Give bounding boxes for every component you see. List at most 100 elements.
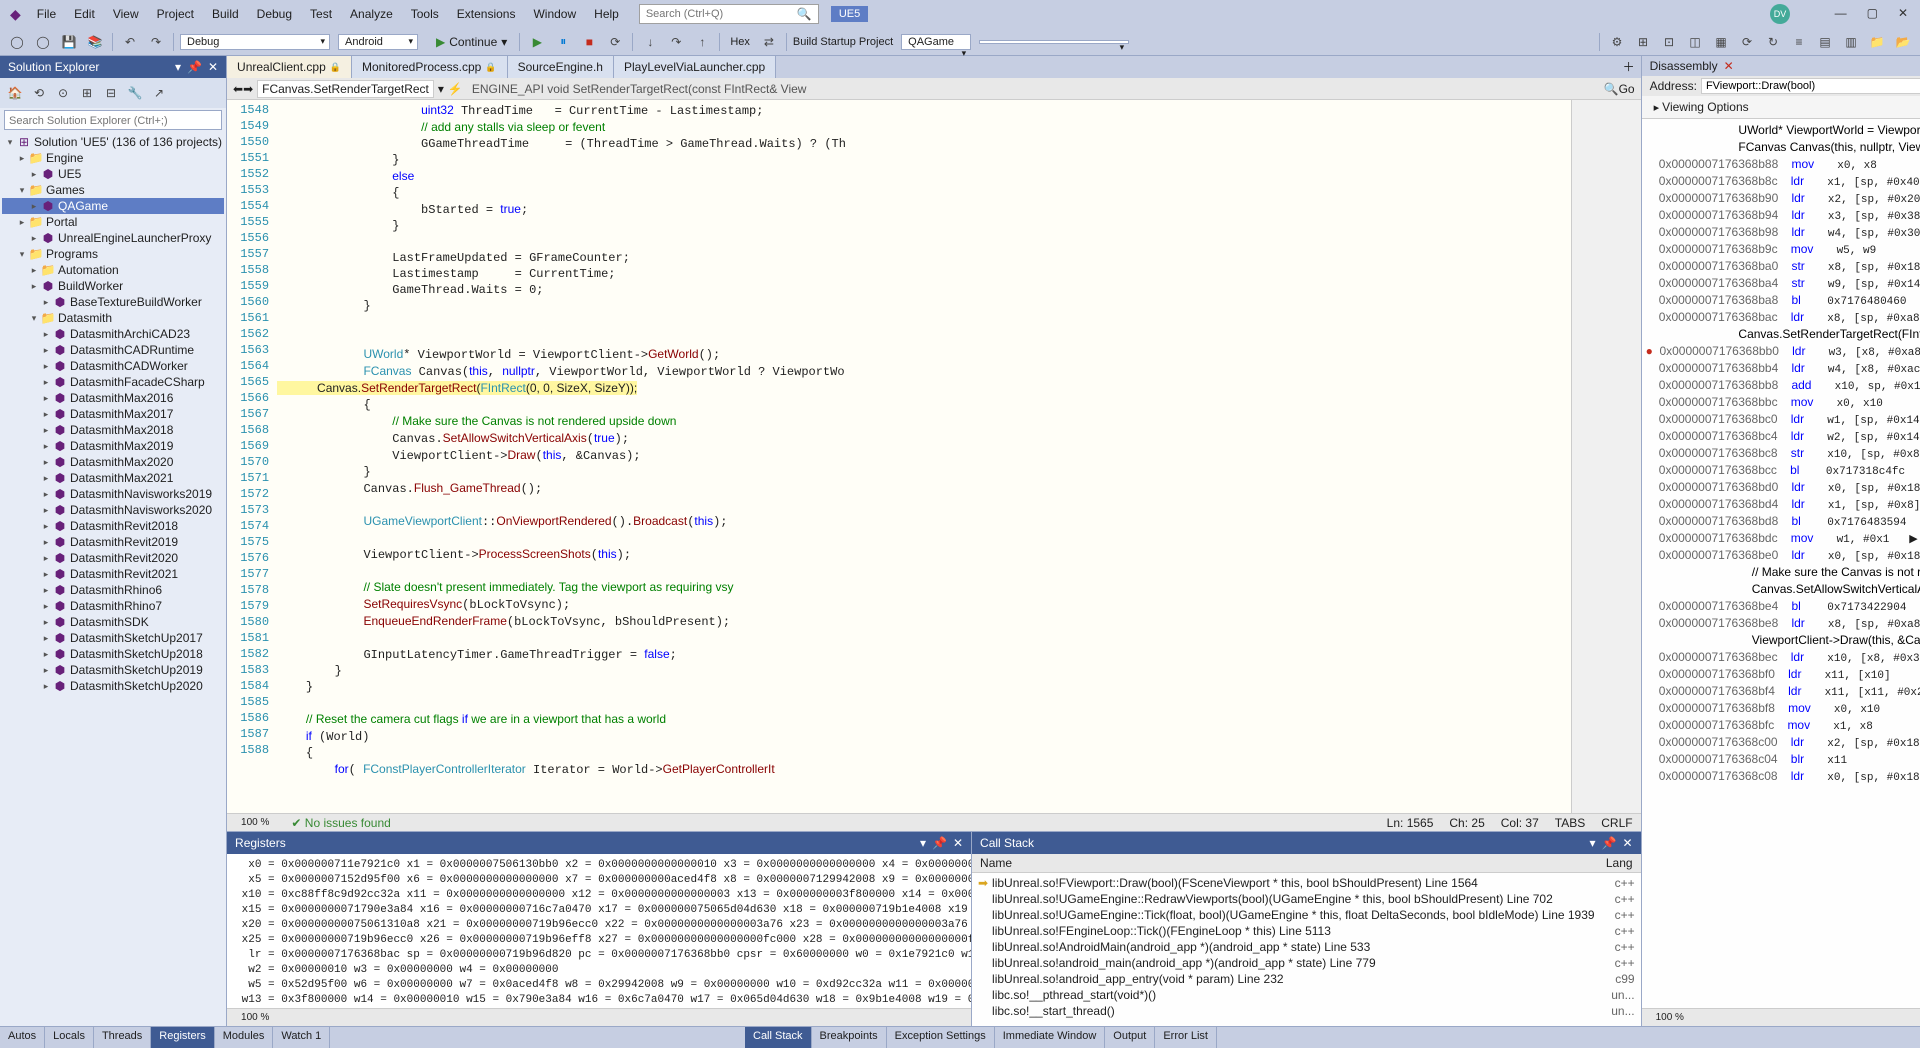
footer-tab-call-stack[interactable]: Call Stack — [745, 1027, 812, 1048]
tool-icon-4[interactable]: ◫ — [1684, 31, 1706, 53]
tree-item[interactable]: ▸⬢DatasmithRhino7 — [2, 598, 224, 614]
pin-icon[interactable]: 🔒 — [485, 62, 496, 73]
zoom-control[interactable]: 100 % — [235, 1012, 275, 1023]
close-panel-icon[interactable]: ✕ — [1623, 836, 1633, 850]
home-icon[interactable]: 🏠 — [4, 82, 26, 104]
tool-icon-3[interactable]: ⊡ — [1658, 31, 1680, 53]
tool-icon-2[interactable]: ⊞ — [1632, 31, 1654, 53]
callstack-frame[interactable]: libUnreal.so!android_main(android_app *)… — [974, 955, 1639, 971]
tree-item[interactable]: ▾📁Programs — [2, 246, 224, 262]
continue-button[interactable]: ▶ Continue ▾ — [430, 33, 513, 51]
pin-icon[interactable]: ▾ — [1590, 836, 1596, 850]
pause-icon[interactable]: ⏸ — [552, 31, 574, 53]
callstack-frame[interactable]: libUnreal.so!android_app_entry(void * pa… — [974, 971, 1639, 987]
menu-help[interactable]: Help — [586, 3, 627, 25]
viewing-options[interactable]: ▸ Viewing Options — [1642, 96, 1920, 119]
menu-analyze[interactable]: Analyze — [342, 3, 401, 25]
close-icon[interactable]: ✕ — [1894, 4, 1912, 22]
tree-item[interactable]: ▸📁Portal — [2, 214, 224, 230]
step-into-icon[interactable]: ↓ — [639, 31, 661, 53]
hex-toggle[interactable]: Hex — [726, 34, 754, 50]
bc-nav-icon[interactable]: ⬅➡ — [233, 82, 253, 96]
tool-icon-9[interactable]: ▤ — [1814, 31, 1836, 53]
tool-icon-1[interactable]: ⚙ — [1606, 31, 1628, 53]
tree-item[interactable]: ▸⬢DatasmithRhino6 — [2, 582, 224, 598]
footer-tab-output[interactable]: Output — [1105, 1027, 1155, 1048]
solexp-search[interactable] — [4, 110, 222, 130]
footer-tab-breakpoints[interactable]: Breakpoints — [812, 1027, 887, 1048]
menu-build[interactable]: Build — [204, 3, 247, 25]
close-panel-icon[interactable]: ✕ — [208, 60, 218, 74]
callstack-frame[interactable]: libc.so!__pthread_start(void*)()un... — [974, 987, 1639, 1003]
tree-item[interactable]: ▸⬢DatasmithSketchUp2019 — [2, 662, 224, 678]
footer-tab-immediate-window[interactable]: Immediate Window — [995, 1027, 1106, 1048]
pushpin-icon[interactable]: 📌 — [932, 836, 947, 850]
callstack-frame[interactable]: libUnreal.so!UGameEngine::RedrawViewport… — [974, 891, 1639, 907]
tab-playlevelvia[interactable]: PlayLevelViaLauncher.cpp — [614, 56, 776, 78]
tab-unrealclient[interactable]: UnrealClient.cpp🔒 — [227, 56, 352, 78]
tool-icon-6[interactable]: ⟳ — [1736, 31, 1758, 53]
pin-icon[interactable]: ▾ — [920, 836, 926, 850]
callstack-frame[interactable]: ➡libUnreal.so!FViewport::Draw(bool)(FSce… — [974, 875, 1639, 891]
menu-test[interactable]: Test — [302, 3, 340, 25]
tree-item[interactable]: ▸⬢DatasmithNavisworks2020 — [2, 502, 224, 518]
step-over-icon[interactable]: ↷ — [665, 31, 687, 53]
tree-item[interactable]: ▸⬢DatasmithMax2016 — [2, 390, 224, 406]
refresh-icon[interactable]: ⊙ — [52, 82, 74, 104]
footer-tab-registers[interactable]: Registers — [151, 1027, 214, 1048]
callstack-frame[interactable]: libc.so!__start_thread()un... — [974, 1003, 1639, 1019]
sync-icon[interactable]: ⟲ — [28, 82, 50, 104]
callstack-body[interactable]: ➡libUnreal.so!FViewport::Draw(bool)(FSce… — [972, 873, 1641, 1026]
menu-tools[interactable]: Tools — [403, 3, 447, 25]
pushpin-icon[interactable]: 📌 — [1602, 836, 1617, 850]
tree-item[interactable]: ▸⬢BuildWorker — [2, 278, 224, 294]
show-all-icon[interactable]: ⊞ — [76, 82, 98, 104]
pin-icon[interactable]: 🔒 — [330, 62, 341, 73]
close-icon[interactable]: ✕ — [1724, 59, 1734, 73]
tree-item[interactable]: ▸⬢DatasmithSketchUp2018 — [2, 646, 224, 662]
footer-tab-modules[interactable]: Modules — [215, 1027, 274, 1048]
footer-tab-locals[interactable]: Locals — [45, 1027, 94, 1048]
startup-args[interactable] — [979, 40, 1129, 44]
tree-item[interactable]: ▾📁Games — [2, 182, 224, 198]
tree-item[interactable]: ▸📁Automation — [2, 262, 224, 278]
footer-tab-watch-1[interactable]: Watch 1 — [273, 1027, 330, 1048]
breadcrumb-member[interactable]: ENGINE_API void SetRenderTargetRect(cons… — [467, 80, 812, 98]
solexp-search-input[interactable] — [9, 115, 217, 127]
tree-item[interactable]: ▸⬢BaseTextureBuildWorker — [2, 294, 224, 310]
tree-item[interactable]: ▾📁Datasmith — [2, 310, 224, 326]
tree-item[interactable]: ▸⬢UnrealEngineLauncherProxy — [2, 230, 224, 246]
tool-icon-10[interactable]: ▥ — [1840, 31, 1862, 53]
tree-item[interactable]: ▸📁Engine — [2, 150, 224, 166]
save-icon[interactable]: 💾 — [58, 31, 80, 53]
tree-item[interactable]: ▸⬢DatasmithSketchUp2017 — [2, 630, 224, 646]
tree-item[interactable]: ▸⬢DatasmithRevit2018 — [2, 518, 224, 534]
callstack-frame[interactable]: libUnreal.so!UGameEngine::Tick(float, bo… — [974, 907, 1639, 923]
zoom-control[interactable]: 100 % — [235, 817, 275, 828]
tree-item[interactable]: ▸⬢DatasmithMax2020 — [2, 454, 224, 470]
startup-project-dropdown[interactable]: QAGame — [901, 34, 971, 50]
properties-icon[interactable]: 🔧 — [124, 82, 146, 104]
tree-item[interactable]: ▸⬢DatasmithRevit2020 — [2, 550, 224, 566]
stop-icon[interactable]: ■ — [578, 31, 600, 53]
pin-icon[interactable]: ▾ — [175, 60, 181, 74]
back-icon[interactable]: ◯ — [6, 31, 28, 53]
footer-tab-threads[interactable]: Threads — [94, 1027, 151, 1048]
footer-tab-exception-settings[interactable]: Exception Settings — [887, 1027, 995, 1048]
menu-project[interactable]: Project — [149, 3, 202, 25]
preview-icon[interactable]: ↗ — [148, 82, 170, 104]
tree-item[interactable]: ▸⬢DatasmithArchiCAD23 — [2, 326, 224, 342]
redo-icon[interactable]: ↷ — [145, 31, 167, 53]
tree-item[interactable]: ▸⬢DatasmithRevit2019 — [2, 534, 224, 550]
undo-icon[interactable]: ↶ — [119, 31, 141, 53]
step-out-icon[interactable]: ↑ — [691, 31, 713, 53]
menu-edit[interactable]: Edit — [66, 3, 103, 25]
config-dropdown[interactable]: Debug — [180, 34, 330, 50]
tree-item[interactable]: ▸⬢DatasmithCADRuntime — [2, 342, 224, 358]
restart-icon[interactable]: ⟳ — [604, 31, 626, 53]
collapse-icon[interactable]: ⊟ — [100, 82, 122, 104]
toggle-icon[interactable]: ⇄ — [758, 31, 780, 53]
registers-body[interactable]: x0 = 0x000000711e7921c0 x1 = 0x000000750… — [227, 854, 971, 1008]
tree-item[interactable]: ▸⬢QAGame — [2, 198, 224, 214]
menu-view[interactable]: View — [105, 3, 147, 25]
